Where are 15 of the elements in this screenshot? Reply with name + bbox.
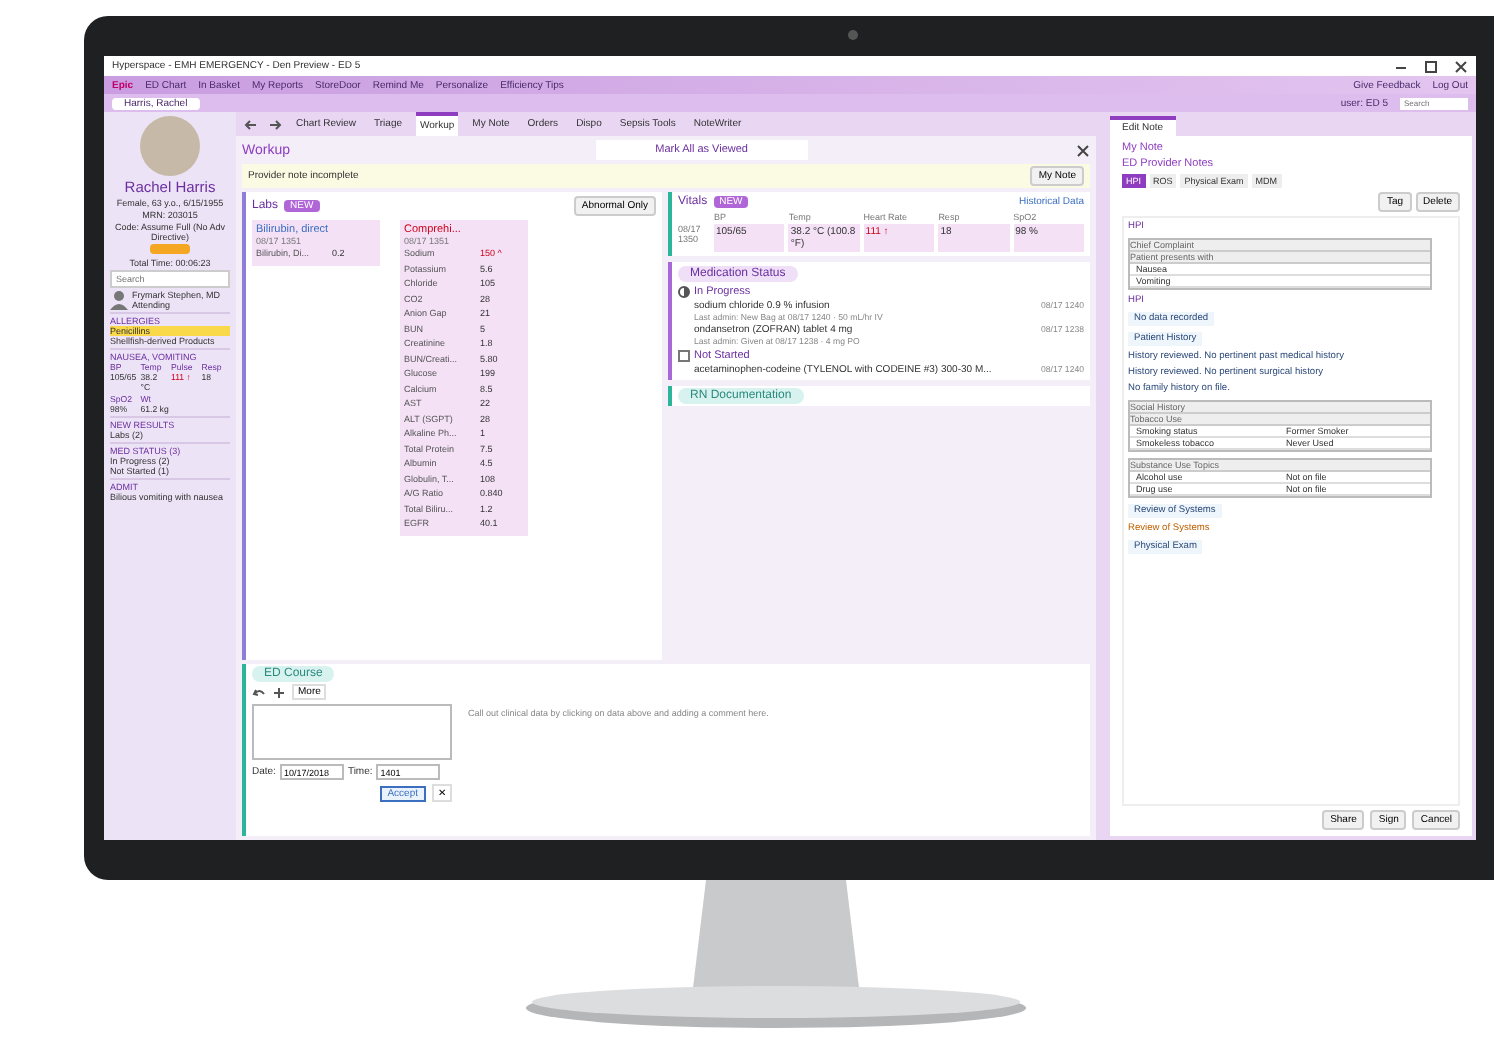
- person-icon: [110, 290, 128, 310]
- back-arrow-icon[interactable]: [244, 117, 258, 131]
- plus-icon[interactable]: [272, 685, 286, 699]
- close-icon[interactable]: [1454, 59, 1468, 73]
- comment-field[interactable]: [252, 704, 452, 760]
- half-circle-icon: [678, 286, 690, 298]
- forward-arrow-icon[interactable]: [268, 117, 282, 131]
- isolation-badge: [150, 244, 190, 254]
- empty-square-icon: [678, 350, 690, 362]
- lab-panel[interactable]: [400, 220, 528, 535]
- maximize-icon[interactable]: [1424, 59, 1438, 73]
- webcam-dot: [848, 30, 858, 40]
- close-icon[interactable]: [1076, 143, 1090, 157]
- avatar-placeholder: [140, 116, 200, 176]
- undo-icon[interactable]: [252, 685, 266, 699]
